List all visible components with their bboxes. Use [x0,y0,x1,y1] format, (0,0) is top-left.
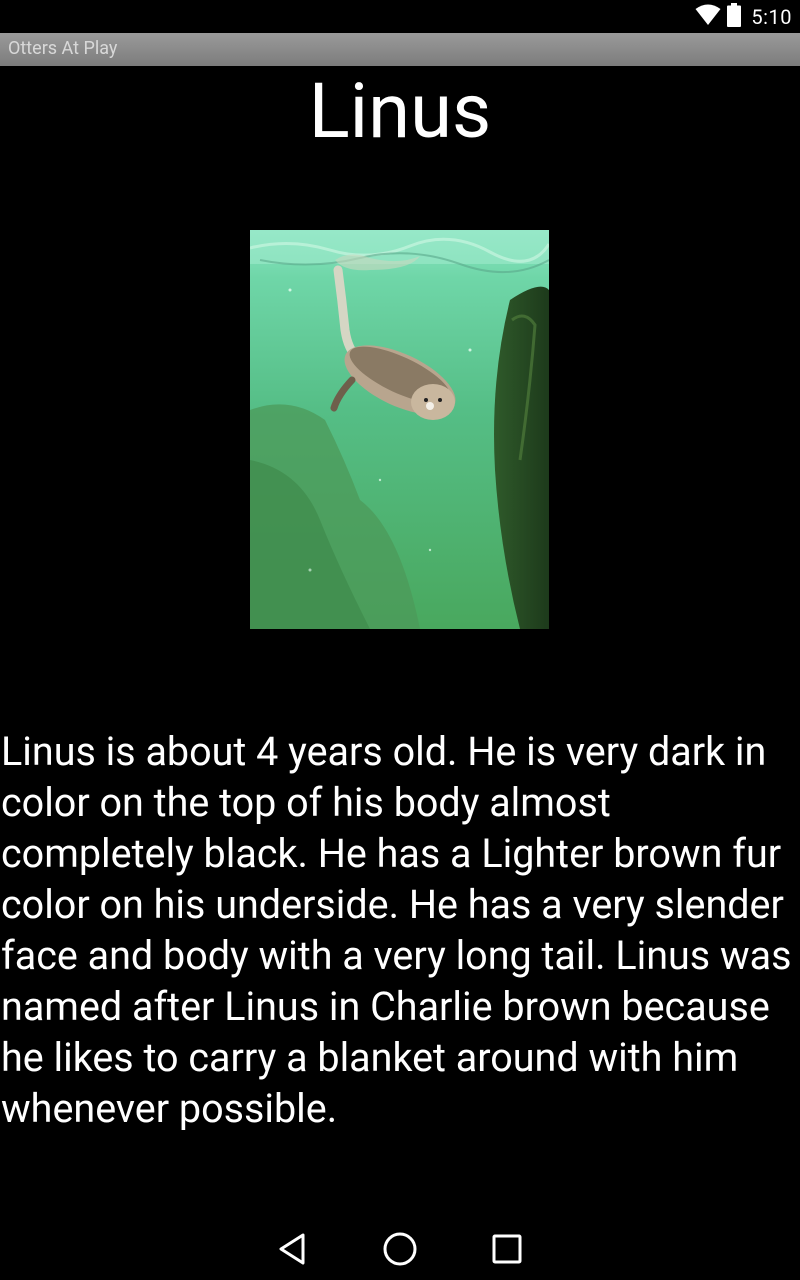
otter-description: Linus is about 4 years old. He is very d… [1,728,792,1132]
app-bar: Otters At Play [0,33,800,66]
app-title: Otters At Play [8,38,118,59]
status-time: 5:10 [751,5,792,29]
status-bar: 5:10 [0,0,800,33]
screen: 5:10 Otters At Play Linus Linus is about… [0,0,800,1280]
home-icon[interactable] [380,1229,420,1269]
back-icon[interactable] [272,1229,312,1269]
battery-icon [727,3,742,31]
wifi-icon [695,4,721,30]
navigation-bar [0,1216,800,1280]
recents-icon[interactable] [487,1229,527,1269]
status-icons: 5:10 [695,3,792,31]
otter-name-heading: Linus [308,66,492,156]
otter-photo [250,230,549,629]
